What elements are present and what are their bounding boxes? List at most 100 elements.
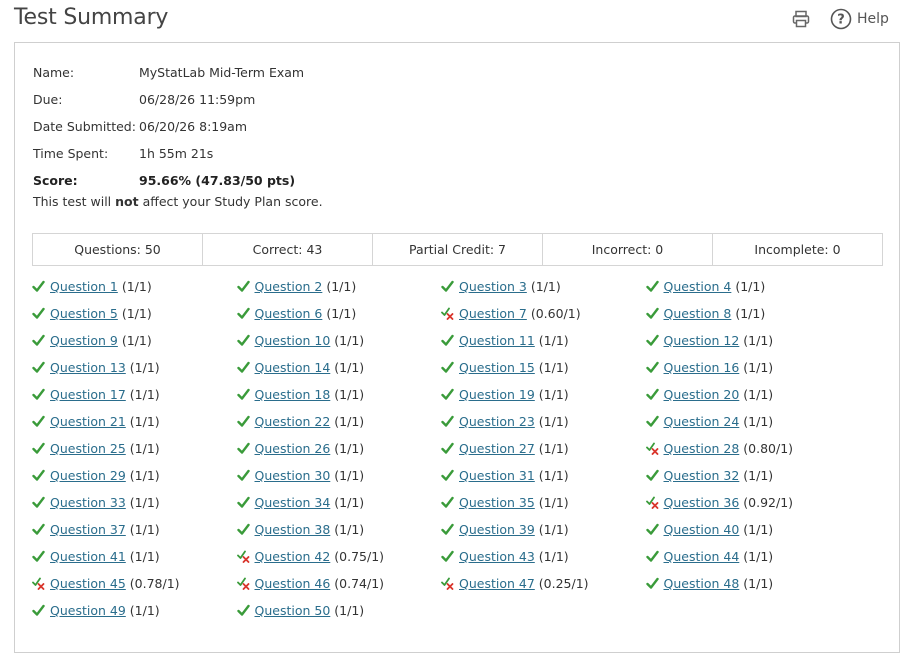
question-score: (1/1) (334, 522, 365, 537)
question-item: Question 50 (1/1) (236, 597, 442, 624)
question-item: Question 26 (1/1) (236, 435, 442, 462)
due-label: Due: (33, 92, 63, 107)
question-score: (1/1) (334, 495, 365, 510)
checkmark-icon (645, 415, 659, 427)
question-link[interactable]: Question 21 (50, 414, 126, 429)
question-item: Question 19 (1/1) (441, 381, 646, 408)
question-link[interactable]: Question 48 (664, 576, 740, 591)
question-link[interactable]: Question 12 (664, 333, 740, 348)
checkmark-icon (441, 442, 454, 454)
question-link[interactable]: Question 33 (50, 495, 126, 510)
question-link[interactable]: Question 17 (50, 387, 126, 402)
question-link[interactable]: Question 16 (664, 360, 740, 375)
question-link[interactable]: Question 20 (664, 387, 740, 402)
question-link[interactable]: Question 6 (255, 306, 323, 321)
question-link[interactable]: Question 40 (664, 522, 740, 537)
checkmark-icon (32, 334, 45, 346)
question-link[interactable]: Question 30 (255, 468, 331, 483)
question-link[interactable]: Question 42 (255, 549, 331, 564)
question-item: Question 38 (1/1) (236, 516, 442, 543)
question-link[interactable]: Question 9 (50, 333, 118, 348)
question-link[interactable]: Question 27 (459, 441, 535, 456)
question-link[interactable]: Question 15 (459, 360, 535, 375)
question-link[interactable]: Question 43 (459, 549, 535, 564)
note-prefix: This test will (33, 194, 116, 209)
question-link[interactable]: Question 36 (664, 495, 740, 510)
question-link[interactable]: Question 49 (50, 603, 126, 618)
question-item: Question 27 (1/1) (441, 435, 646, 462)
question-score: (1/1) (121, 333, 152, 348)
question-link[interactable]: Question 46 (255, 576, 331, 591)
question-link[interactable]: Question 8 (664, 306, 732, 321)
question-item: Question 40 (1/1) (645, 516, 851, 543)
question-item: Question 11 (1/1) (441, 327, 646, 354)
question-link[interactable]: Question 5 (50, 306, 118, 321)
question-link[interactable]: Question 2 (255, 279, 323, 294)
question-link[interactable]: Question 28 (664, 441, 740, 456)
question-link[interactable]: Question 26 (255, 441, 331, 456)
question-link[interactable]: Question 44 (664, 549, 740, 564)
summary-panel: Name: MyStatLab Mid-Term Exam Due: 06/28… (14, 42, 900, 653)
question-score: (1/1) (326, 279, 357, 294)
question-link[interactable]: Question 37 (50, 522, 126, 537)
question-link[interactable]: Question 4 (664, 279, 732, 294)
help-button[interactable]: ? Help (830, 8, 889, 30)
question-link[interactable]: Question 50 (255, 603, 331, 618)
score-value: 95.66% (47.83/50 pts) (139, 173, 296, 188)
question-link[interactable]: Question 32 (664, 468, 740, 483)
question-link[interactable]: Question 34 (255, 495, 331, 510)
checkmark-icon (645, 388, 659, 400)
question-item: Question 34 (1/1) (236, 489, 442, 516)
checkmark-icon (32, 361, 45, 373)
question-link[interactable]: Question 22 (255, 414, 331, 429)
question-link[interactable]: Question 18 (255, 387, 331, 402)
question-link[interactable]: Question 45 (50, 576, 126, 591)
question-score: (1/1) (743, 549, 774, 564)
study-plan-note: This test will not affect your Study Pla… (33, 194, 323, 209)
checkmark-icon (236, 496, 250, 508)
partial-credit-icon (645, 496, 658, 509)
question-item: Question 43 (1/1) (441, 543, 646, 570)
checkmark-icon (645, 469, 659, 481)
question-link[interactable]: Question 19 (459, 387, 535, 402)
question-link[interactable]: Question 24 (664, 414, 740, 429)
question-link[interactable]: Question 29 (50, 468, 126, 483)
question-link[interactable]: Question 1 (50, 279, 118, 294)
question-score: (1/1) (538, 360, 569, 375)
question-link[interactable]: Question 23 (459, 414, 535, 429)
question-link[interactable]: Question 31 (459, 468, 535, 483)
question-link[interactable]: Question 38 (255, 522, 331, 537)
question-item: Question 2 (1/1) (236, 273, 442, 300)
checkmark-icon (645, 577, 659, 589)
question-link[interactable]: Question 39 (459, 522, 535, 537)
question-link[interactable]: Question 10 (255, 333, 331, 348)
question-score: (1/1) (743, 387, 774, 402)
checkmark-icon (236, 442, 250, 454)
checkmark-icon (645, 280, 659, 292)
question-score: (0.60/1) (530, 306, 581, 321)
question-score: (1/1) (538, 333, 569, 348)
question-score: (0.75/1) (334, 549, 385, 564)
question-item: Question 3 (1/1) (441, 273, 646, 300)
question-item: Question 7 (0.60/1) (441, 300, 646, 327)
question-link[interactable]: Question 11 (459, 333, 535, 348)
due-row: Due: 06/28/26 11:59pm (33, 86, 304, 113)
question-link[interactable]: Question 3 (459, 279, 527, 294)
question-item: Question 14 (1/1) (236, 354, 442, 381)
question-link[interactable]: Question 47 (459, 576, 535, 591)
question-link[interactable]: Question 41 (50, 549, 126, 564)
question-item: Question 49 (1/1) (32, 597, 237, 624)
question-link[interactable]: Question 35 (459, 495, 535, 510)
name-label: Name: (33, 65, 75, 80)
question-link[interactable]: Question 14 (255, 360, 331, 375)
submitted-value: 06/20/26 8:19am (139, 119, 248, 134)
print-button[interactable] (791, 9, 811, 29)
question-link[interactable]: Question 13 (50, 360, 126, 375)
stat-questions: Questions: 50 (74, 242, 161, 257)
time-spent-row: Time Spent: 1h 55m 21s (33, 140, 304, 167)
question-link[interactable]: Question 7 (459, 306, 527, 321)
note-bold: not (115, 194, 139, 209)
question-link[interactable]: Question 25 (50, 441, 126, 456)
name-value: MyStatLab Mid-Term Exam (139, 65, 305, 80)
question-item: Question 10 (1/1) (236, 327, 442, 354)
